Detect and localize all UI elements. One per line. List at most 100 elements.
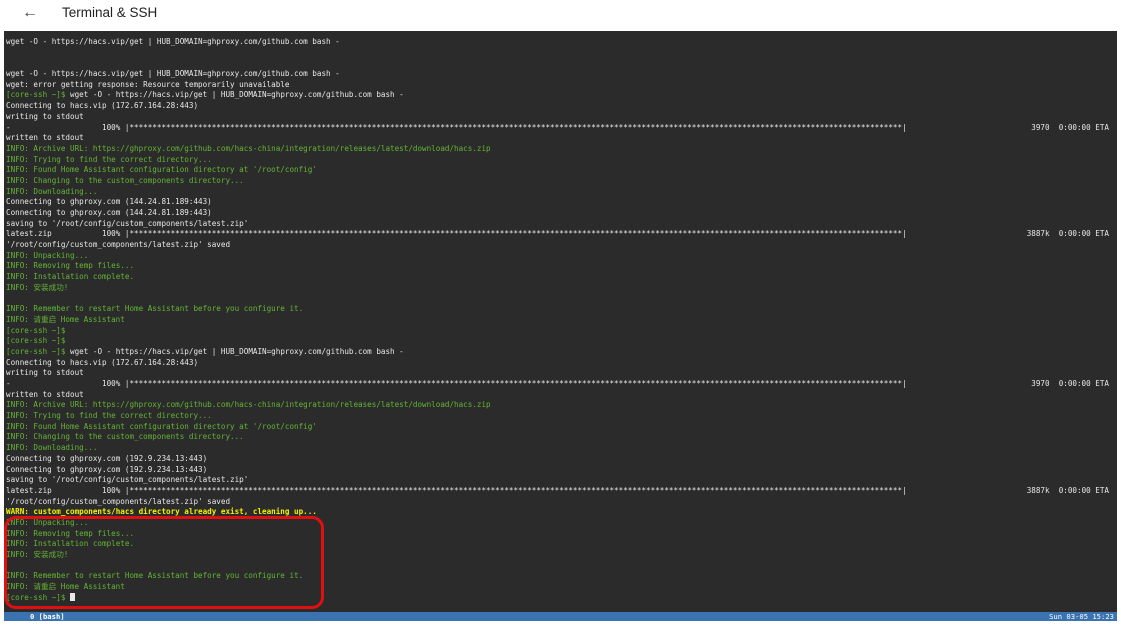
terminal-line: INFO: Remember to restart Home Assistant…: [6, 571, 1117, 582]
line-text: INFO: Found Home Assistant configuration…: [6, 421, 317, 431]
line-text: Connecting to hacs.vip (172.67.164.28:44…: [6, 101, 199, 111]
text-cursor[interactable]: [70, 592, 76, 601]
line-text: Connecting to ghproxy.com (144.24.81.189…: [6, 208, 212, 217]
terminal-line: INFO: 安装成功!: [6, 283, 1117, 294]
line-text: INFO: Downloading...: [6, 443, 98, 453]
line-text: '/root/config/custom_components/latest.z…: [6, 240, 231, 250]
terminal-line: [core-ssh ~]$ wget -O - https://hacs.vip…: [6, 347, 1117, 358]
terminal-line: INFO: Unpacking...: [6, 251, 1117, 262]
line-text: INFO: Removing temp files...: [6, 528, 135, 538]
terminal-line: INFO: Found Home Assistant configuration…: [6, 422, 1117, 433]
progress-stats: 3970 0:00:00 ETA: [1031, 122, 1109, 132]
line-text: INFO: Remember to restart Home Assistant…: [6, 571, 304, 581]
line-text: INFO: Archive URL: https://ghproxy.com/g…: [6, 143, 491, 153]
terminal-line: Connecting to ghproxy.com (144.24.81.189…: [6, 197, 1117, 208]
terminal-line: INFO: Removing temp files...: [6, 261, 1117, 272]
line-text: INFO: Remember to restart Home Assistant…: [6, 304, 304, 314]
line-text: INFO: 安装成功!: [6, 282, 69, 292]
line-text: WARN: custom_components/hacs directory a…: [6, 507, 317, 517]
terminal-line: INFO: Installation complete.: [6, 272, 1117, 283]
line-text: Connecting to ghproxy.com (192.9.234.13:…: [6, 453, 208, 463]
line-text: - 100% |********************************…: [6, 122, 907, 132]
line-text: INFO: Removing temp files...: [6, 261, 135, 271]
terminal-line: INFO: Trying to find the correct directo…: [6, 155, 1117, 166]
terminal-line: INFO: Removing temp files...: [6, 529, 1117, 540]
line-text: wget: error getting response: Resource t…: [6, 79, 290, 89]
terminal-line: INFO: Downloading...: [6, 187, 1117, 198]
line-text: INFO: Unpacking...: [6, 517, 89, 527]
terminal-line: latest.zip 100% |***********************…: [6, 486, 1117, 497]
terminal-window[interactable]: wget -O - https://hacs.vip/get | HUB_DOM…: [4, 31, 1117, 621]
shell-prompt: [core-ssh ~]$: [6, 90, 71, 100]
line-text: INFO: Changing to the custom_components …: [6, 432, 244, 442]
terminal-line: wget: error getting response: Resource t…: [6, 80, 1117, 91]
terminal-line: Connecting to hacs.vip (172.67.164.28:44…: [6, 101, 1117, 112]
terminal-line: INFO: Remember to restart Home Assistant…: [6, 304, 1117, 315]
terminal-line: writing to stdout: [6, 112, 1117, 123]
terminal-line: INFO: Archive URL: https://ghproxy.com/g…: [6, 400, 1117, 411]
line-text: INFO: Trying to find the correct directo…: [6, 411, 212, 421]
shell-prompt: [core-ssh ~]$: [6, 336, 66, 346]
terminal-line: INFO: Found Home Assistant configuration…: [6, 165, 1117, 176]
terminal-line: INFO: Downloading...: [6, 443, 1117, 454]
terminal-line: latest.zip 100% |***********************…: [6, 229, 1117, 240]
line-text: INFO: Downloading...: [6, 186, 98, 196]
line-text: INFO: 请重启 Home Assistant: [6, 314, 125, 324]
terminal-line: INFO: 请重启 Home Assistant: [6, 315, 1117, 326]
line-text: writing to stdout: [6, 368, 84, 378]
terminal-line: INFO: Archive URL: https://ghproxy.com/g…: [6, 144, 1117, 155]
line-text: - 100% |********************************…: [6, 379, 907, 388]
line-text: wget -O - https://hacs.vip/get | HUB_DOM…: [6, 37, 340, 46]
shell-prompt: [core-ssh ~]$: [6, 592, 71, 602]
line-text: INFO: 请重启 Home Assistant: [6, 582, 125, 592]
terminal-line: wget -O - https://hacs.vip/get | HUB_DOM…: [6, 69, 1117, 80]
terminal-line: [core-ssh ~]$: [6, 326, 1117, 337]
terminal-line: '/root/config/custom_components/latest.z…: [6, 240, 1117, 251]
app-header: ← Terminal & SSH: [0, 0, 1121, 30]
terminal-line: [core-ssh ~]$: [6, 336, 1117, 347]
terminal-line: - 100% |********************************…: [6, 123, 1117, 134]
line-text: Connecting to hacs.vip (172.67.164.28:44…: [6, 357, 199, 367]
terminal-line: INFO: 请重启 Home Assistant: [6, 582, 1117, 593]
line-text: latest.zip 100% |***********************…: [6, 485, 907, 495]
page-title: Terminal & SSH: [62, 5, 158, 20]
terminal-line: INFO: Installation complete.: [6, 539, 1117, 550]
terminal-line: INFO: Trying to find the correct directo…: [6, 411, 1117, 422]
arrow-left-icon[interactable]: ←: [20, 3, 40, 23]
line-text: INFO: Changing to the custom_components …: [6, 175, 244, 185]
terminal-line: saving to '/root/config/custom_component…: [6, 475, 1117, 486]
line-text: latest.zip 100% |***********************…: [6, 229, 907, 239]
line-text: INFO: Trying to find the correct directo…: [6, 154, 212, 164]
terminal-line: [core-ssh ~]$: [6, 592, 1117, 604]
line-text: INFO: Installation complete.: [6, 272, 135, 282]
terminal-line: INFO: Unpacking...: [6, 518, 1117, 529]
terminal-line: WARN: custom_components/hacs directory a…: [6, 507, 1117, 518]
terminal-line: Connecting to ghproxy.com (144.24.81.189…: [6, 208, 1117, 219]
terminal-line: Connecting to ghproxy.com (192.9.234.13:…: [6, 454, 1117, 465]
line-text: saving to '/root/config/custom_component…: [6, 218, 249, 228]
line-text: '/root/config/custom_components/latest.z…: [6, 496, 231, 506]
terminal-line: INFO: Changing to the custom_components …: [6, 432, 1117, 443]
line-text: INFO: Installation complete.: [6, 539, 135, 549]
line-text: written to stdout: [6, 389, 84, 399]
tmux-status-bar: 0 [bash] Sun 03-05 15:23: [4, 612, 1117, 621]
line-text: INFO: Found Home Assistant configuration…: [6, 165, 317, 175]
line-text: saving to '/root/config/custom_component…: [6, 475, 249, 485]
line-text: INFO: Archive URL: https://ghproxy.com/g…: [6, 400, 491, 410]
terminal-line: written to stdout: [6, 133, 1117, 144]
terminal-line: wget -O - https://hacs.vip/get | HUB_DOM…: [6, 37, 1117, 48]
terminal-line: '/root/config/custom_components/latest.z…: [6, 497, 1117, 508]
line-text: INFO: Unpacking...: [6, 250, 89, 260]
status-datetime: Sun 03-05 15:23: [1049, 612, 1114, 621]
terminal-output: wget -O - https://hacs.vip/get | HUB_DOM…: [6, 37, 1117, 603]
progress-stats: 3970 0:00:00 ETA: [1031, 379, 1109, 388]
terminal-line: - 100% |********************************…: [6, 379, 1117, 390]
line-text: INFO: 安装成功!: [6, 550, 69, 559]
shell-prompt: [core-ssh ~]$: [6, 346, 71, 356]
terminal-line: saving to '/root/config/custom_component…: [6, 219, 1117, 230]
terminal-line: Connecting to hacs.vip (172.67.164.28:44…: [6, 358, 1117, 369]
command-text: wget -O - https://hacs.vip/get | HUB_DOM…: [70, 346, 404, 356]
